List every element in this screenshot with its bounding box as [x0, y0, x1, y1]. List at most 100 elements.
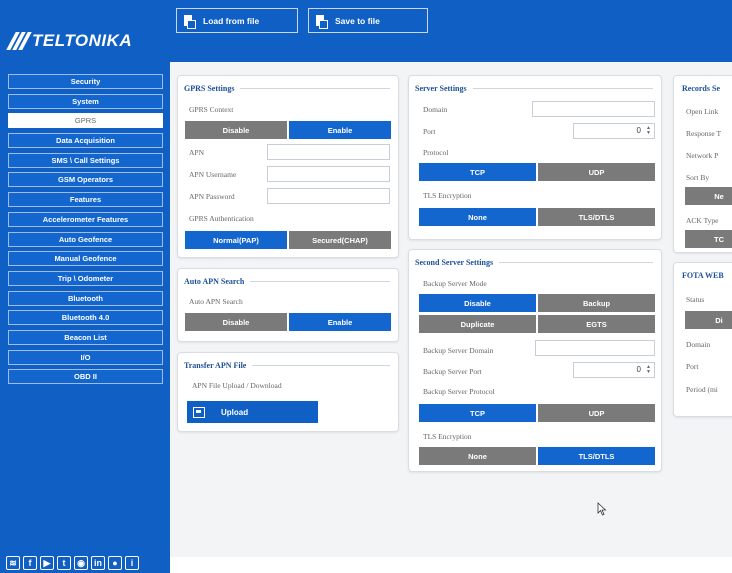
backup-mode-disable[interactable]: Disable [418, 293, 537, 313]
youtube-icon[interactable]: ▶ [40, 556, 54, 570]
sidebar-item-manual-geofence[interactable]: Manual Geofence [8, 251, 163, 267]
facebook-icon[interactable]: f [23, 556, 37, 570]
backup-domain-label: Backup Server Domain [423, 346, 494, 355]
upload-button[interactable]: Upload [187, 401, 318, 423]
auto-apn-enable[interactable]: Enable [288, 312, 392, 332]
auto-apn-disable[interactable]: Disable [184, 312, 288, 332]
gprs-auth-label: GPRS Authentication [189, 214, 254, 223]
backup-mode-row1: Disable Backup [418, 293, 656, 313]
records-settings-title: Records Se [682, 84, 720, 93]
second-server-title: Second Server Settings [415, 258, 494, 267]
server-domain-input[interactable] [532, 101, 655, 117]
sidebar-item-bluetooth[interactable]: Bluetooth [8, 290, 163, 306]
load-from-file-button[interactable]: Load from file [176, 8, 298, 33]
info-icon[interactable]: i [125, 556, 139, 570]
apn-file-label: APN File Upload / Download [192, 381, 282, 390]
file-icon [183, 14, 196, 29]
sidebar-item-obd-ii[interactable]: OBD II [8, 369, 163, 385]
apn-input[interactable] [267, 144, 390, 160]
backup-mode-duplicate[interactable]: Duplicate [418, 314, 537, 334]
sidebar-item-trip-odometer[interactable]: Trip \ Odometer [8, 270, 163, 286]
server-tls-dtls[interactable]: TLS/DTLS [537, 207, 656, 227]
server-protocol-label: Protocol [423, 148, 449, 157]
sidebar-item-security[interactable]: Security [8, 74, 163, 89]
gprs-auth-chap[interactable]: Secured(CHAP) [288, 230, 392, 250]
backup-tls-dtls[interactable]: TLS/DTLS [537, 446, 656, 466]
server-tls-toggle: None TLS/DTLS [418, 207, 656, 227]
gprs-auth-pap[interactable]: Normal(PAP) [184, 230, 288, 250]
gprs-context-disable[interactable]: Disable [184, 120, 288, 140]
sort-by-newest[interactable]: Ne [684, 186, 732, 206]
stepper-icon[interactable]: ▲ ▼ [645, 365, 652, 375]
server-settings-panel: Server Settings Domain Port 0 ▲ ▼ Protocol… [408, 75, 662, 240]
ack-type-tcp[interactable]: TC [684, 229, 732, 249]
flickr-icon[interactable]: ● [108, 556, 122, 570]
backup-port-input[interactable]: 0 ▲ ▼ [573, 362, 655, 378]
upload-label: Upload [221, 407, 249, 417]
fota-period-label: Period (mi [686, 385, 718, 394]
gprs-settings-panel: GPRS Settings GPRS Context Disable Enabl… [177, 75, 399, 258]
server-domain-label: Domain [423, 105, 448, 114]
gprs-settings-title: GPRS Settings [184, 84, 235, 93]
sidebar-item-gsm-operators[interactable]: GSM Operators [8, 172, 163, 188]
server-tls-none[interactable]: None [418, 207, 537, 227]
sidebar-item-beacon-list[interactable]: Beacon List [8, 329, 163, 345]
apn-password-input[interactable] [267, 188, 390, 204]
backup-protocol-udp[interactable]: UDP [537, 403, 656, 423]
server-protocol-tcp[interactable]: TCP [418, 162, 537, 182]
teltonika-logo: TELTONIKA [6, 28, 168, 54]
sort-by-toggle: Ne [684, 186, 732, 206]
server-port-input[interactable]: 0 ▲ ▼ [573, 123, 655, 139]
twitter-icon[interactable]: t [57, 556, 71, 570]
records-settings-panel: Records Se Open Link Response T Network … [673, 75, 732, 253]
ack-type-toggle: TC [684, 229, 732, 249]
sidebar-item-sms-call-settings[interactable]: SMS \ Call Settings [8, 152, 163, 168]
apn-username-input[interactable] [267, 166, 390, 182]
fota-web-title: FOTA WEB [682, 271, 724, 280]
save-to-file-label: Save to file [335, 15, 380, 26]
ack-type-label: ACK Type [686, 216, 719, 225]
sidebar-item-features[interactable]: Features [8, 192, 163, 208]
auto-apn-label: Auto APN Search [189, 297, 243, 306]
backup-mode-row2: Duplicate EGTS [418, 314, 656, 334]
logo-text: TELTONIKA [32, 31, 133, 50]
backup-mode-backup[interactable]: Backup [537, 293, 656, 313]
gprs-context-enable[interactable]: Enable [288, 120, 392, 140]
server-protocol-toggle: TCP UDP [418, 162, 656, 182]
backup-mode-egts[interactable]: EGTS [537, 314, 656, 334]
upload-icon [193, 406, 205, 418]
gprs-context-toggle: Disable Enable [184, 120, 392, 140]
fota-status-label: Status [686, 295, 705, 304]
backup-port-value: 0 [636, 365, 641, 374]
linkedin-icon[interactable]: in [91, 556, 105, 570]
file-icon [315, 14, 328, 29]
apn-label: APN [189, 148, 205, 157]
stepper-icon[interactable]: ▲ ▼ [645, 126, 652, 136]
sidebar-item-bluetooth-4-0[interactable]: Bluetooth 4.0 [8, 310, 163, 326]
sidebar-item-system[interactable]: System [8, 93, 163, 109]
backup-domain-input[interactable] [535, 340, 655, 356]
sidebar-item-i-o[interactable]: I/O [8, 349, 163, 365]
server-port-value: 0 [636, 126, 641, 135]
load-from-file-label: Load from file [203, 15, 260, 26]
sidebar-nav: Security System GPRS Data Acquisition SMS \ … [8, 74, 163, 389]
backup-protocol-label: Backup Server Protocol [423, 387, 495, 396]
network-ping-label: Network P [686, 151, 719, 160]
open-link-label: Open Link [686, 107, 719, 116]
apn-password-label: APN Password [189, 192, 235, 201]
sidebar-item-data-acquisition[interactable]: Data Acquisition [8, 133, 163, 149]
backup-protocol-tcp[interactable]: TCP [418, 403, 537, 423]
sidebar-item-gprs[interactable]: GPRS [8, 113, 163, 129]
sidebar-item-accelerometer-features[interactable]: Accelerometer Features [8, 211, 163, 227]
teltonika-icon[interactable]: ≋ [6, 556, 20, 570]
server-settings-title: Server Settings [415, 84, 467, 93]
backup-tls-none[interactable]: None [418, 446, 537, 466]
second-server-panel: Second Server Settings Backup Server Mod… [408, 249, 662, 472]
sort-by-label: Sort By [686, 173, 710, 182]
fota-status-disable[interactable]: Di [684, 310, 732, 330]
sidebar-item-auto-geofence[interactable]: Auto Geofence [8, 231, 163, 247]
server-protocol-udp[interactable]: UDP [537, 162, 656, 182]
transfer-apn-panel: Transfer APN File APN File Upload / Down… [177, 352, 399, 432]
save-to-file-button[interactable]: Save to file [308, 8, 428, 33]
rss-icon[interactable]: ◉ [74, 556, 88, 570]
